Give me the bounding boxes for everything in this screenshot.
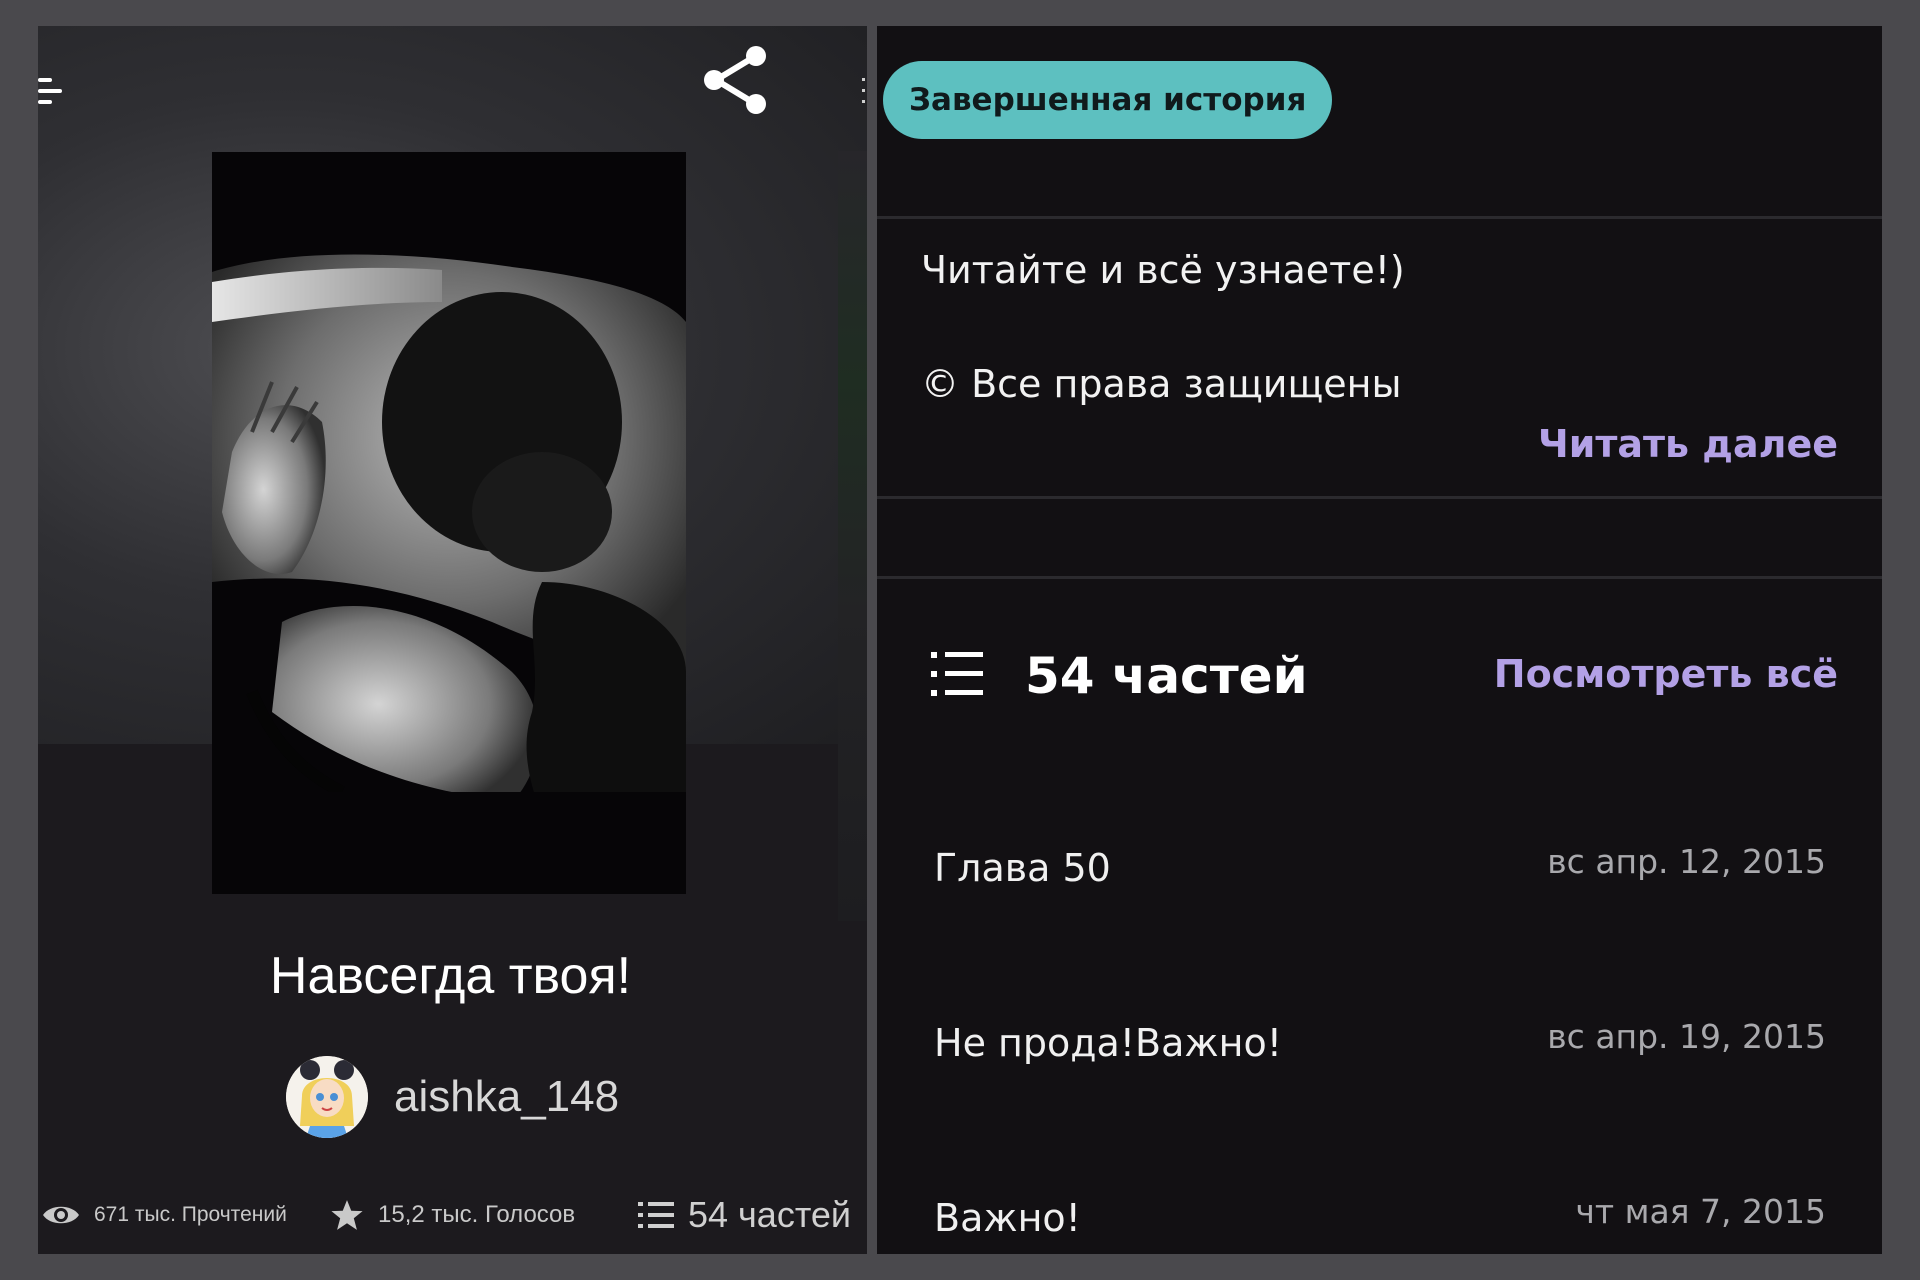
chapter-title: Глава 50 <box>934 846 1111 890</box>
cover-image[interactable] <box>212 152 686 894</box>
eye-icon <box>42 1202 80 1228</box>
chapter-item[interactable]: Не прода!Важно! вс апр. 19, 2015 <box>877 1001 1882 1111</box>
divider <box>877 496 1882 499</box>
votes-count: 15,2 тыс. Голосов <box>378 1201 576 1228</box>
divider <box>877 216 1882 219</box>
author-name[interactable]: aishka_148 <box>394 1072 619 1122</box>
parts-stat: 54 частей <box>638 1190 851 1240</box>
reads-count: 671 тыс. Прочтений <box>94 1203 287 1226</box>
chapter-item[interactable]: Важно! чт мая 7, 2015 <box>877 1176 1882 1254</box>
description-line-2: © Все права защищены <box>921 362 1402 406</box>
adjacent-cover-strip <box>838 151 867 921</box>
chapter-title: Не прода!Важно! <box>934 1021 1282 1065</box>
parts-count: 54 частей <box>1025 647 1308 705</box>
status-badge: Завершенная история <box>883 61 1333 139</box>
description-line-1: Читайте и всё узнаете!) <box>921 248 1405 292</box>
read-more-link[interactable]: Читать далее <box>1538 422 1838 466</box>
star-icon <box>330 1198 364 1232</box>
chapter-date: чт мая 7, 2015 <box>1575 1192 1826 1231</box>
list-icon <box>931 650 983 702</box>
chapter-date: вс апр. 19, 2015 <box>1547 1017 1826 1056</box>
author-link[interactable]: aishka_148 <box>286 1055 619 1139</box>
overflow-edge-icon <box>862 78 866 118</box>
story-stats: 671 тыс. Прочтений 15,2 тыс. Голосов 54 … <box>38 1190 867 1240</box>
menu-icon[interactable] <box>38 76 62 106</box>
reads-stat: 671 тыс. Прочтений <box>42 1190 287 1240</box>
story-details-panel: Завершенная история Читайте и всё узнает… <box>877 26 1882 1254</box>
avatar[interactable] <box>286 1056 368 1138</box>
chapter-item[interactable]: Глава 50 вс апр. 12, 2015 <box>877 826 1882 936</box>
share-icon[interactable] <box>698 42 774 118</box>
story-cover-panel: Навсегда твоя! aishka_148 671 тыс. Прочт… <box>38 26 867 1254</box>
story-title: Навсегда твоя! <box>269 947 632 1005</box>
parts-count-label: 54 частей <box>688 1194 852 1235</box>
view-all-link[interactable]: Посмотреть всё <box>1494 652 1838 696</box>
divider <box>877 576 1882 579</box>
chapter-title: Важно! <box>934 1196 1081 1240</box>
parts-header: 54 частей <box>931 636 1308 716</box>
votes-stat: 15,2 тыс. Голосов <box>330 1190 575 1240</box>
chapter-date: вс апр. 12, 2015 <box>1547 842 1826 881</box>
list-icon <box>638 1199 674 1231</box>
